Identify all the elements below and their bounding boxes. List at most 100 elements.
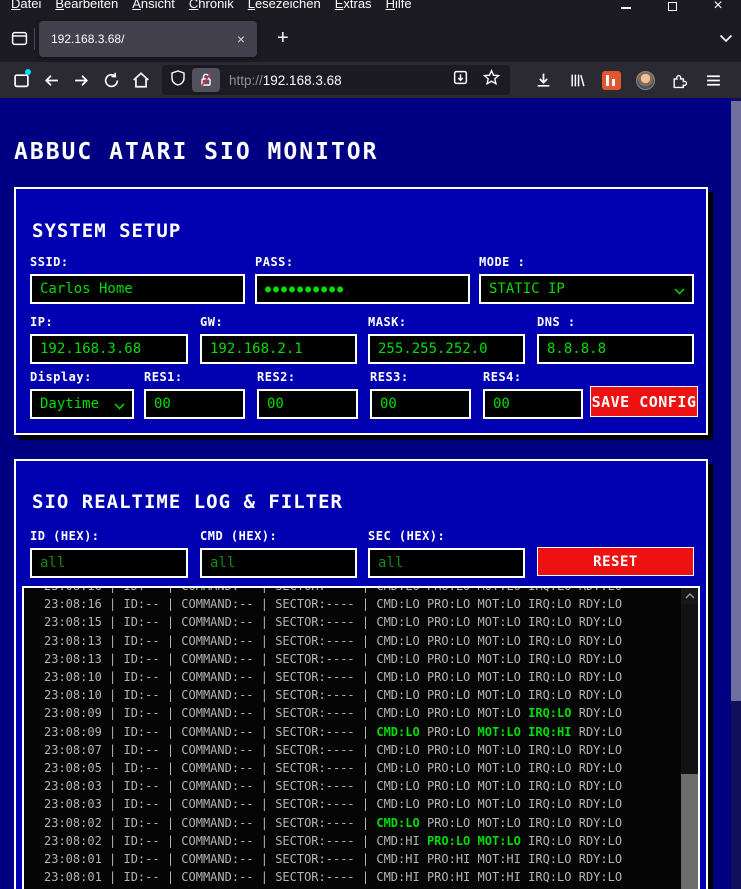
list-all-tabs-icon[interactable]: [719, 34, 733, 43]
dns-input[interactable]: [537, 334, 694, 364]
system-setup-heading: SYSTEM SETUP: [32, 220, 182, 242]
notification-dot: [25, 69, 31, 75]
cmd-filter-label: CMD (HEX):: [200, 529, 278, 543]
page-scrollbar-thumb[interactable]: [731, 101, 741, 701]
url-text[interactable]: http://192.168.3.68: [229, 73, 452, 88]
save-page-icon[interactable]: [452, 69, 469, 91]
log-row: 23:08:13 | ID:-- | COMMAND:-- | SECTOR:-…: [44, 633, 623, 648]
res2-input[interactable]: [257, 389, 358, 419]
log-row: 23:08:03 | ID:-- | COMMAND:-- | SECTOR:-…: [44, 797, 623, 812]
library-icon[interactable]: [562, 66, 592, 94]
window-controls: ×: [603, 0, 741, 15]
extensions-puzzle-icon[interactable]: [664, 66, 694, 94]
chevron-down-icon: [114, 403, 125, 410]
pass-input[interactable]: [255, 274, 470, 304]
navigation-toolbar: http://192.168.3.68: [0, 62, 741, 98]
back-icon[interactable]: [36, 66, 66, 94]
menu-hilfe[interactable]: Hilfe: [379, 0, 419, 11]
id-filter-input[interactable]: [30, 548, 188, 578]
log-row: 23:08:09 | ID:-- | COMMAND:-- | SECTOR:-…: [44, 724, 623, 739]
log-row: 23:08:01 | ID:-- | COMMAND:-- | SECTOR:-…: [44, 870, 623, 885]
ssid-input[interactable]: [30, 274, 245, 304]
log-row: 23:08:02 | ID:-- | COMMAND:-- | SECTOR:-…: [44, 815, 623, 830]
menu-chronik[interactable]: Chronik: [182, 0, 241, 11]
window-minimize-button[interactable]: [603, 0, 649, 15]
mode-field: MODE : STATIC IP: [479, 255, 694, 304]
window-maximize-button[interactable]: [649, 0, 695, 15]
menu-ansicht[interactable]: Ansicht: [125, 0, 182, 11]
hamburger-menu-icon[interactable]: [698, 66, 728, 94]
log-scrollbar-up-icon[interactable]: [681, 588, 698, 604]
reload-icon[interactable]: [96, 66, 126, 94]
dns-field: DNS :: [537, 315, 694, 364]
save-config-button[interactable]: SAVE CONFIG: [590, 386, 698, 417]
ssid-label: SSID:: [30, 255, 69, 269]
ip-label: IP:: [30, 315, 54, 329]
log-scrollbar[interactable]: [681, 588, 698, 889]
ip-field: IP:: [30, 315, 188, 364]
firefox-view-toolbar-icon[interactable]: [6, 66, 36, 94]
log-row: 23:08:09 | ID:-- | COMMAND:-- | SECTOR:-…: [44, 706, 623, 721]
log-row: 23:08:01 | ID:-- | COMMAND:-- | SECTOR:-…: [44, 852, 623, 867]
ip-input[interactable]: [30, 334, 188, 364]
gw-input[interactable]: [200, 334, 357, 364]
page-title: ABBUC ATARI SIO MONITOR: [14, 139, 379, 165]
res1-label: RES1:: [144, 370, 183, 384]
log-scrollbar-thumb[interactable]: [681, 774, 698, 889]
mask-label: MASK:: [368, 315, 407, 329]
bookmark-star-icon[interactable]: [482, 69, 501, 91]
profile-avatar[interactable]: [630, 66, 660, 94]
res2-label: RES2:: [257, 370, 296, 384]
new-tab-button[interactable]: +: [271, 27, 295, 50]
cmd-filter-field: CMD (HEX):: [200, 529, 357, 578]
url-protocol: http://: [229, 72, 263, 88]
log-row: 23:08:16 | ID:-- | COMMAND:-- | SECTOR:-…: [44, 588, 681, 595]
reset-button[interactable]: RESET: [537, 547, 694, 576]
res4-label: RES4:: [483, 370, 522, 384]
res2-field: RES2:: [257, 370, 358, 419]
home-icon[interactable]: [126, 66, 156, 94]
page-scrollbar[interactable]: [731, 98, 741, 889]
sec-filter-input[interactable]: [368, 548, 525, 578]
res3-input[interactable]: [370, 389, 471, 419]
menu-lesezeichen[interactable]: Lesezeichen: [241, 0, 328, 11]
forward-icon[interactable]: [66, 66, 96, 94]
pass-label: PASS:: [255, 255, 294, 269]
tab-close-icon[interactable]: ×: [233, 30, 249, 48]
res4-input[interactable]: [483, 389, 583, 419]
mask-field: MASK:: [368, 315, 525, 364]
gw-field: GW:: [200, 315, 357, 364]
menu-bearbeiten[interactable]: Bearbeiten: [48, 0, 125, 11]
window-close-button[interactable]: ×: [695, 0, 741, 14]
log-filter-panel: SIO REALTIME LOG & FILTER ID (HEX): CMD …: [14, 459, 708, 889]
mode-select[interactable]: STATIC IP: [479, 274, 694, 304]
browser-chrome: Datei Bearbeiten Ansicht Chronik Lesezeichen…: [0, 0, 741, 98]
log-filter-heading: SIO REALTIME LOG & FILTER: [32, 491, 343, 513]
adblock-extension-icon[interactable]: [596, 66, 626, 94]
log-row: 23:08:02 | ID:-- | COMMAND:-- | SECTOR:-…: [44, 833, 623, 848]
system-setup-panel: SYSTEM SETUP SSID: PASS: MODE : STATIC I…: [14, 187, 708, 435]
display-select[interactable]: Daytime: [30, 389, 134, 419]
menubar: Datei Bearbeiten Ansicht Chronik Lesezeichen…: [0, 0, 741, 15]
menu-extras[interactable]: Extras: [328, 0, 379, 11]
url-bar[interactable]: http://192.168.3.68: [162, 65, 510, 95]
firefox-view-icon[interactable]: [4, 23, 34, 55]
log-output: 23:08:16 | ID:-- | COMMAND:-- | SECTOR:-…: [22, 586, 700, 889]
browser-tab[interactable]: 192.168.3.68/ ×: [39, 20, 257, 57]
res1-input[interactable]: [144, 389, 245, 419]
shield-icon[interactable]: [170, 69, 186, 91]
downloads-icon[interactable]: [528, 66, 558, 94]
log-row: 23:08:07 | ID:-- | COMMAND:-- | SECTOR:-…: [44, 742, 623, 757]
mode-value: STATIC IP: [489, 281, 565, 297]
gw-label: GW:: [200, 315, 224, 329]
pass-field: PASS:: [255, 255, 470, 304]
page-content: ABBUC ATARI SIO MONITOR SYSTEM SETUP SSI…: [0, 98, 741, 889]
ssid-field: SSID:: [30, 255, 245, 304]
insecure-lock-icon[interactable]: [192, 68, 220, 92]
display-label: Display:: [30, 370, 92, 384]
mask-input[interactable]: [368, 334, 525, 364]
cmd-filter-input[interactable]: [200, 548, 357, 578]
id-filter-field: ID (HEX):: [30, 529, 188, 578]
display-value: Daytime: [40, 396, 100, 412]
menu-datei[interactable]: Datei: [4, 0, 48, 11]
